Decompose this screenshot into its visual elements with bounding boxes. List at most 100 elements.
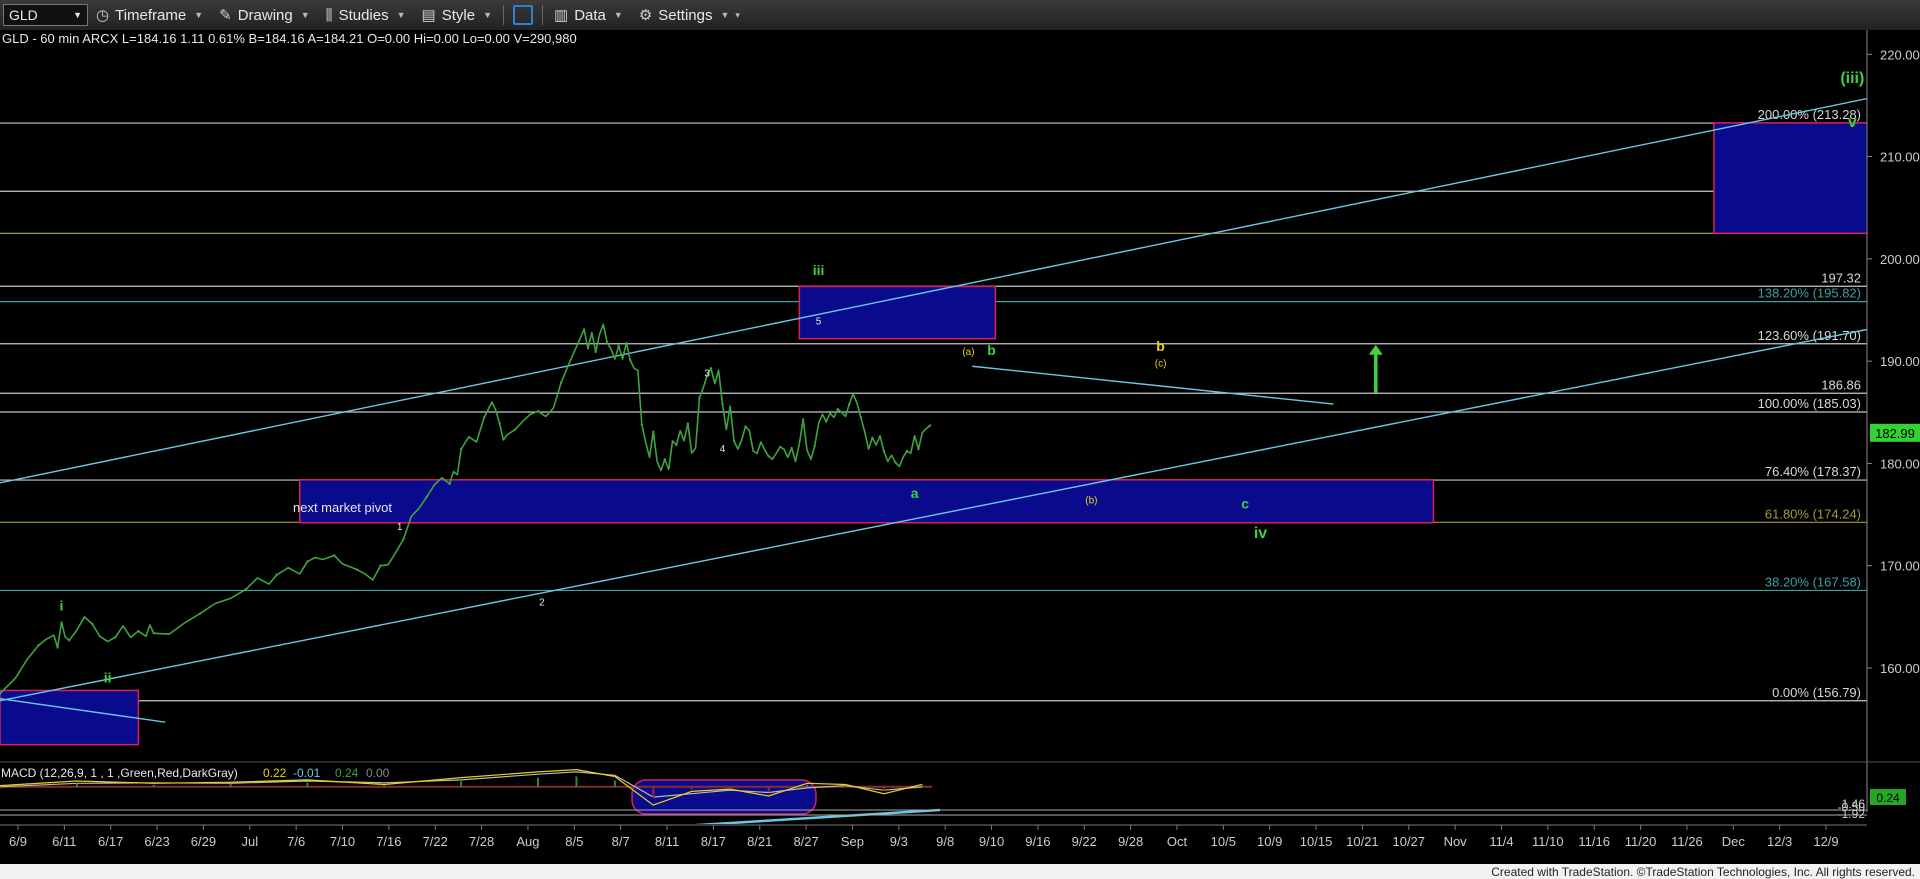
symbol-info-header: GLD - 60 min ARCX L=184.16 1.11 0.61% B=… (2, 31, 577, 46)
target-zone-box (0, 689, 140, 746)
toolbar-divider (503, 5, 505, 25)
x-axis-tick-label: 10/21 (1346, 834, 1379, 849)
settings-label: Settings (658, 6, 713, 24)
price-point (767, 455, 770, 458)
macd-legend-title: MACD (12,26,9, 1 , 1 ,Green,Red,DarkGray… (1, 766, 238, 780)
chevron-down-icon: ▼ (483, 10, 493, 20)
zone-label-next-market-pivot: next market pivot (293, 500, 392, 515)
studies-menu[interactable]: ⫼ Studies ▼ (318, 1, 414, 29)
y-axis-tick-label: 190.00 (1880, 354, 1920, 369)
price-point (732, 439, 736, 443)
style-icon: ▤ (421, 7, 436, 24)
price-point (755, 451, 759, 455)
studies-icon: ⫼ (325, 6, 333, 24)
x-axis-tick-label: 6/11 (52, 834, 76, 849)
price-point (37, 644, 40, 647)
y-axis-tick-label: 160.00 (1880, 661, 1920, 676)
drawing-menu[interactable]: ✎ Drawing ▼ (211, 1, 318, 29)
price-point (459, 447, 463, 451)
x-axis-tick-label: 7/22 (423, 834, 448, 849)
price-point (425, 495, 428, 499)
price-point (640, 423, 643, 426)
pencil-icon: ✎ (219, 7, 232, 24)
x-axis-tick-label: 11/16 (1578, 834, 1610, 849)
symbol-input[interactable]: GLD ▼ (3, 4, 88, 26)
price-point (928, 424, 932, 427)
wave-label: iv (1254, 525, 1267, 542)
wave-label: (c) (1155, 358, 1167, 369)
gear-icon: ⚙ (638, 7, 653, 24)
x-axis-tick-label: Sep (841, 834, 864, 849)
price-point (152, 631, 155, 635)
style-label: Style (441, 6, 476, 24)
x-axis-tick-label: Nov (1444, 834, 1468, 849)
x-axis-tick-label: 7/16 (376, 834, 401, 849)
timeframe-menu[interactable]: ◷ Timeframe ▼ (88, 1, 211, 29)
chevron-down-icon: ▼ (194, 10, 204, 20)
timeframe-label: Timeframe (115, 6, 187, 24)
macd-legend-hist: 0.24 (335, 766, 359, 780)
macd-legend-zero: 0.00 (366, 766, 390, 780)
price-point (536, 410, 540, 413)
macd-axis-label: -1.92 (1838, 807, 1866, 821)
price-point (825, 420, 828, 423)
price-point (848, 402, 851, 406)
chevron-down-icon[interactable]: ▼ (73, 10, 82, 20)
x-axis-tick-label: 6/29 (191, 834, 216, 849)
x-axis-tick-label: 7/10 (330, 834, 355, 849)
x-axis-tick-label: 10/15 (1300, 834, 1333, 849)
x-axis-tick-label: 8/27 (793, 834, 818, 849)
x-axis-tick-label: Jul (241, 834, 258, 849)
price-point (483, 416, 486, 419)
studies-label: Studies (338, 6, 389, 24)
x-axis-tick-label: 9/28 (1118, 834, 1143, 849)
y-axis-tick-label: 200.00 (1880, 252, 1920, 267)
price-point (356, 568, 359, 571)
price-point (91, 622, 94, 626)
price-point (652, 430, 655, 433)
bar-chart-icon: ▥ (554, 7, 569, 24)
chevron-down-icon: ▼ (613, 10, 623, 20)
x-axis-tick-label: Dec (1722, 834, 1746, 849)
price-point (56, 646, 59, 649)
price-point (709, 367, 713, 370)
price-point (894, 461, 897, 464)
x-axis-tick-label: 10/27 (1392, 834, 1425, 849)
price-point (698, 396, 701, 400)
drawing-label: Drawing (237, 6, 293, 24)
price-point (582, 328, 586, 331)
wave-label: i (60, 598, 64, 614)
wave-label: b (987, 342, 996, 358)
price-point (801, 418, 805, 421)
fib-level-label: 0.00% (156.79) (1772, 685, 1861, 700)
price-point (244, 588, 248, 591)
price-point (629, 358, 632, 362)
price-point (559, 381, 563, 384)
settings-menu[interactable]: ⚙ Settings ▼ ▾ (631, 1, 748, 29)
x-axis-tick-label: 9/16 (1025, 834, 1050, 849)
layout-icon[interactable] (513, 5, 534, 25)
price-point (67, 639, 71, 642)
price-point (905, 449, 909, 453)
price-point (882, 449, 886, 453)
price-point (513, 428, 517, 431)
symbol-value: GLD (9, 7, 38, 23)
price-point (402, 537, 405, 541)
price-point (594, 350, 597, 354)
price-point (778, 445, 782, 449)
price-point (379, 564, 382, 567)
wave-label: (iii) (1840, 70, 1864, 87)
chevron-down-icon: ▼ (396, 10, 406, 20)
toolbar-divider (542, 5, 544, 25)
price-point (675, 443, 678, 447)
y-axis-tick-label: 220.00 (1880, 47, 1920, 62)
data-menu[interactable]: ▥ Data ▼ (546, 1, 631, 29)
price-point (813, 444, 816, 448)
x-axis-tick-label: 12/3 (1767, 834, 1792, 849)
price-point (333, 554, 336, 557)
style-menu[interactable]: ▤ Style ▼ (414, 1, 500, 29)
x-axis-tick-label: 8/21 (747, 834, 772, 849)
price-chart[interactable]: 200.00% (213.28)176.40% (206.61)161.80% … (0, 30, 1920, 879)
fib-level-label: 197.32 (1821, 270, 1861, 285)
x-axis-tick-label: 9/8 (936, 834, 954, 849)
